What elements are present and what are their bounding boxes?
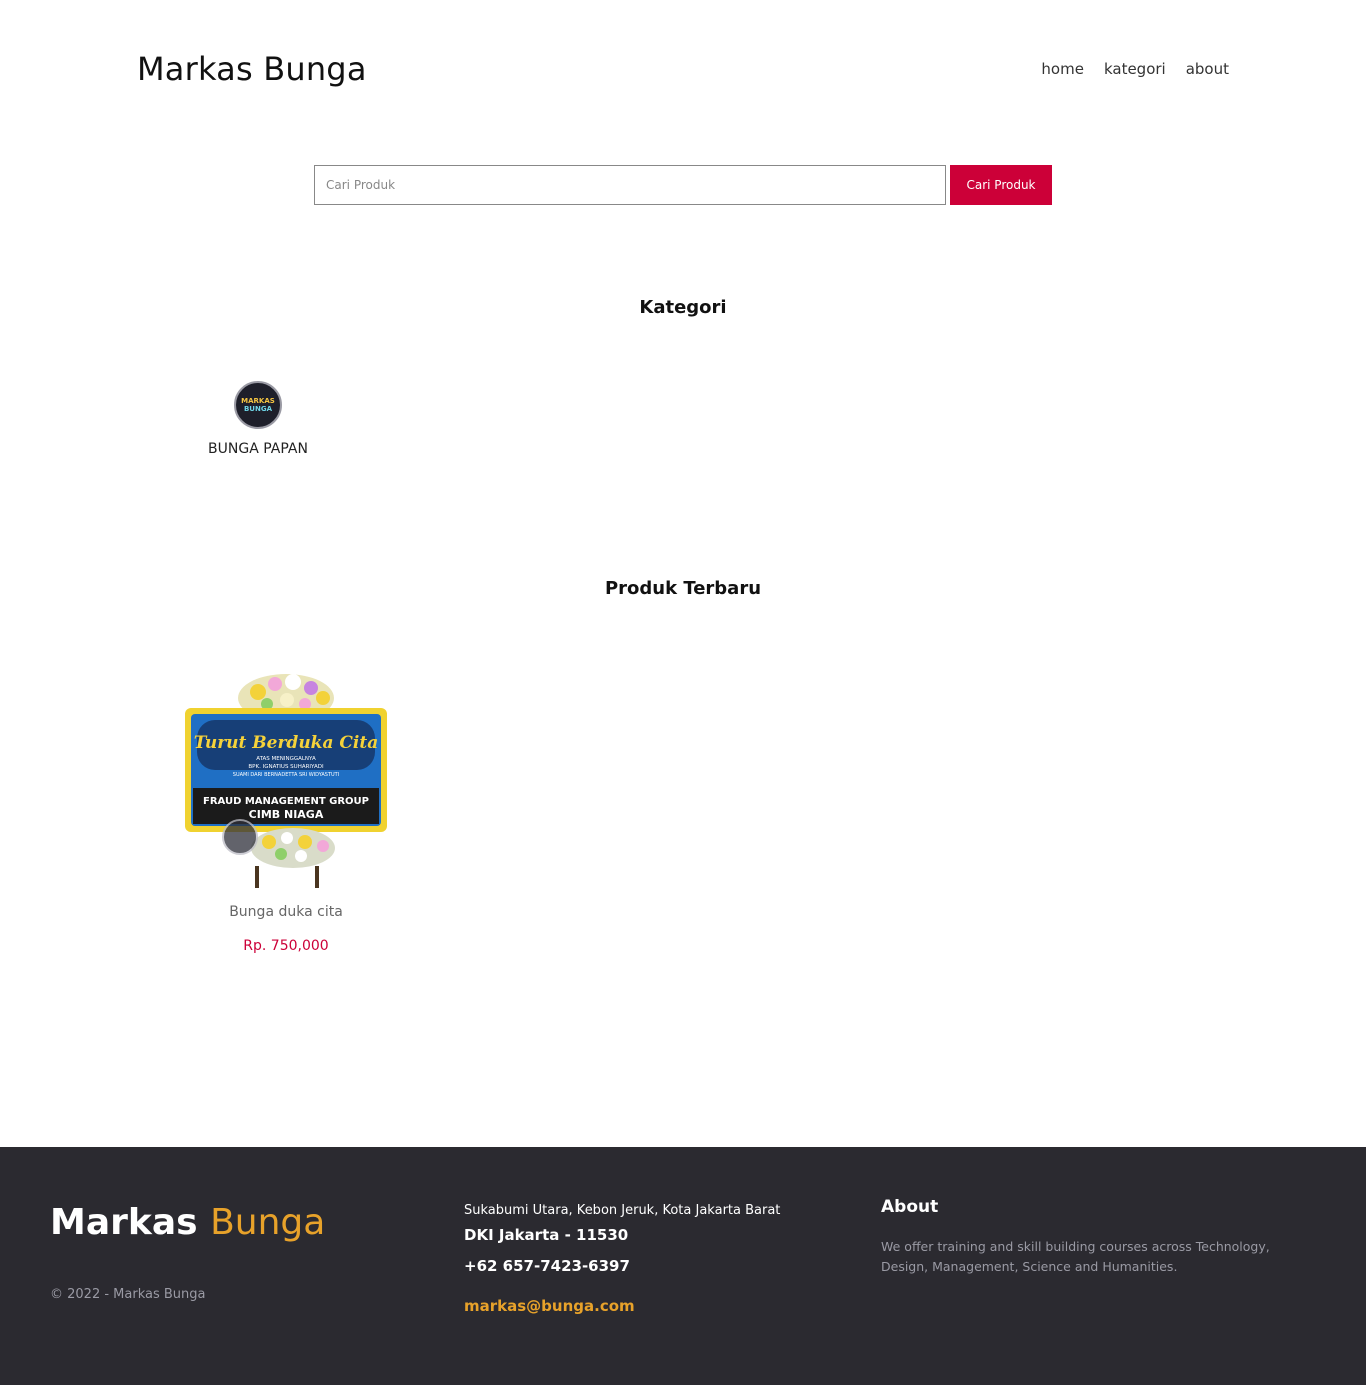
footer-phone: +62 657-7423-6397 [464, 1257, 630, 1275]
product-price: Rp. 750,000 [243, 938, 329, 954]
search-input[interactable] [314, 165, 946, 205]
board-line: SUAMI DARI BERNADETTA SRI WIDYASTUTI [233, 772, 339, 778]
nav-kategori-link[interactable]: kategori [1104, 60, 1166, 78]
logo-text-line: BUNGA [243, 405, 273, 413]
footer-brand-part2: Bunga [210, 1202, 326, 1243]
site-header: Markas Bunga home kategori about [0, 0, 1366, 140]
site-brand[interactable]: Markas Bunga [137, 50, 367, 88]
nav-home-link[interactable]: home [1041, 60, 1084, 78]
produk-section-title: Produk Terbaru [604, 578, 762, 599]
category-item-bunga-papan[interactable]: MARKAS BUNGA BUNGA PAPAN [193, 381, 323, 457]
footer-address-line1: Sukabumi Utara, Kebon Jeruk, Kota Jakart… [464, 1203, 781, 1218]
product-image: Turut Berduka Cita ATAS MENINGGALNYA BPK… [183, 670, 389, 890]
search-button[interactable]: Cari Produk [950, 165, 1052, 205]
footer-about-title: About [881, 1197, 939, 1217]
board-line: BPK. IGNATIUS SUHARIYADI [248, 764, 324, 770]
board-heading: Turut Berduka Cita [194, 733, 379, 753]
footer-address-line2: DKI Jakarta - 11530 [464, 1226, 629, 1244]
product-name: Bunga duka cita [229, 904, 343, 920]
product-card[interactable]: Turut Berduka Cita ATAS MENINGGALNYA BPK… [183, 670, 389, 954]
kategori-section-title: Kategori [639, 297, 727, 318]
board-line: CIMB NIAGA [249, 808, 324, 821]
flower-board-illustration: Turut Berduka Cita ATAS MENINGGALNYA BPK… [185, 674, 387, 888]
footer-brand-part1: Markas [50, 1202, 198, 1243]
logo-text-line: MARKAS [241, 397, 275, 405]
footer-email-link[interactable]: markas@bunga.com [464, 1297, 635, 1315]
site-footer: Markas Bunga © 2022 - Markas Bunga Sukab… [0, 1147, 1366, 1385]
board-line: ATAS MENINGGALNYA [256, 756, 316, 762]
nav-about-link[interactable]: about [1186, 60, 1229, 78]
footer-copyright: © 2022 - Markas Bunga [50, 1287, 206, 1302]
category-label: BUNGA PAPAN [208, 441, 308, 457]
board-line: FRAUD MANAGEMENT GROUP [203, 796, 369, 807]
main-nav: home kategori about [1041, 60, 1229, 78]
footer-about-text: We offer training and skill building cou… [881, 1239, 1270, 1274]
footer-brand: Markas Bunga [50, 1202, 325, 1243]
category-logo: MARKAS BUNGA [234, 381, 282, 429]
search-form: Cari Produk [314, 165, 1052, 205]
